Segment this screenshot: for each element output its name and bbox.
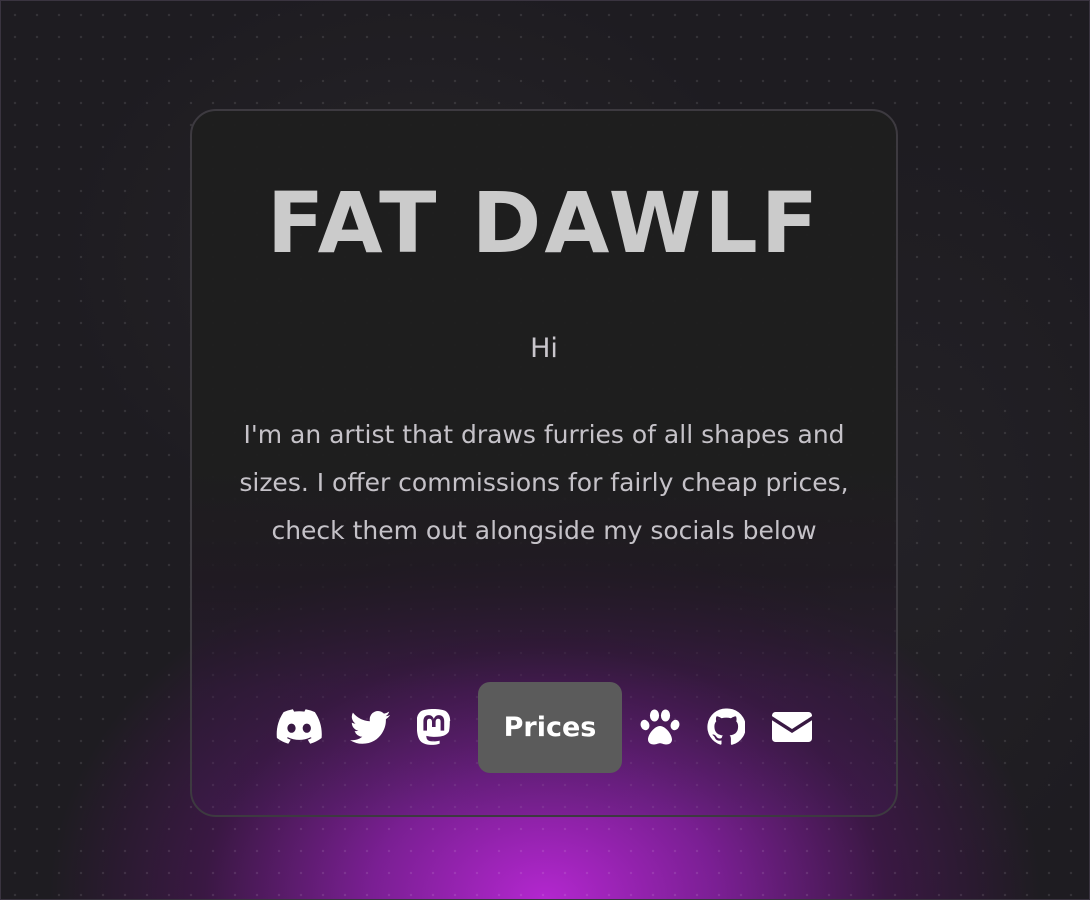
github-link[interactable] [706,707,746,747]
github-icon [707,708,745,745]
bio-text: I'm an artist that draws furries of all … [239,420,849,545]
paw-icon [640,709,680,745]
greeting-text: Hi [530,333,558,364]
page-title: FAT DAWLF [266,174,822,272]
profile-card: FAT DAWLF Hi I'm an artist that draws fu… [190,109,898,817]
mastodon-icon [417,709,451,745]
mastodon-link[interactable] [416,707,452,747]
discord-link[interactable] [276,707,322,747]
twitter-icon [350,710,390,744]
prices-button[interactable]: Prices [478,681,622,773]
discord-icon [276,709,322,744]
email-link[interactable] [772,707,812,747]
furaffinity-link[interactable] [640,707,680,747]
social-links: Prices [192,681,896,773]
twitter-link[interactable] [350,707,390,747]
envelope-icon [772,712,812,742]
